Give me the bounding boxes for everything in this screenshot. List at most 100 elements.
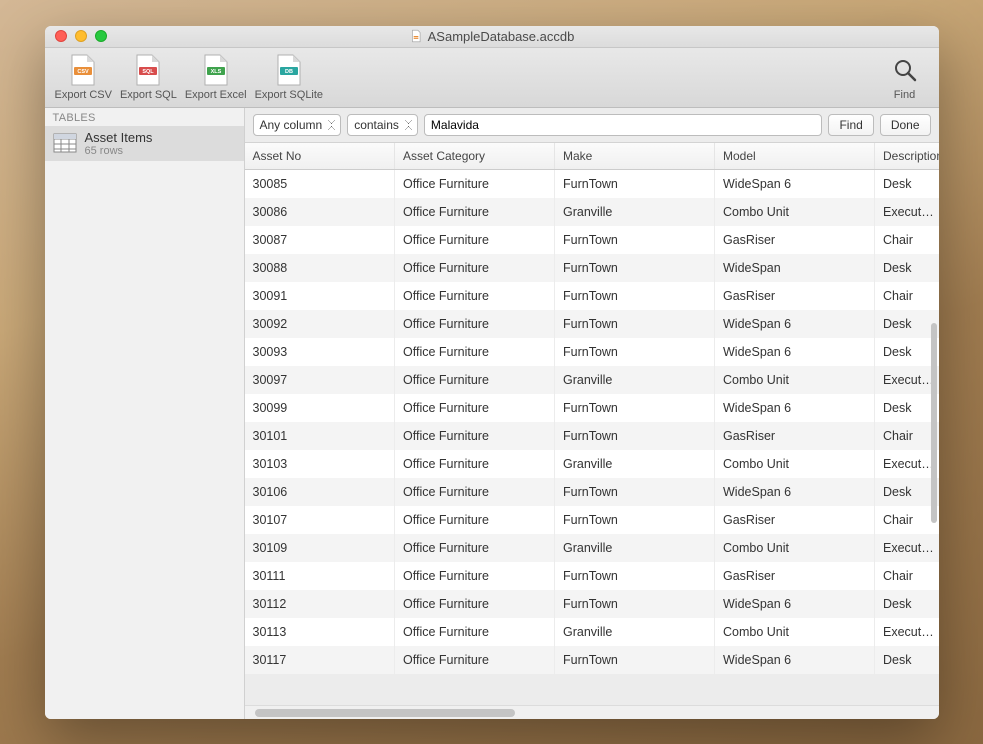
header-row: Asset No Asset Category Make Model Descr… <box>245 143 939 170</box>
sidebar: TABLES Asset Items 65 rows <box>45 108 245 719</box>
cell-make: FurnTown <box>555 646 715 674</box>
content-area: TABLES Asset Items 65 rows Any column co… <box>45 108 939 719</box>
app-window: ASampleDatabase.accdb CSV Export CSV SQL… <box>45 26 939 719</box>
vertical-scrollbar[interactable] <box>931 183 937 685</box>
cell-model: Combo Unit <box>715 534 875 562</box>
cell-make: FurnTown <box>555 169 715 198</box>
cell-model: Combo Unit <box>715 450 875 478</box>
cell-model: WideSpan 6 <box>715 394 875 422</box>
cell-asset_no: 30088 <box>245 254 395 282</box>
data-grid[interactable]: Asset No Asset Category Make Model Descr… <box>245 143 939 705</box>
col-description[interactable]: Description <box>875 143 939 170</box>
export-sqlite-button[interactable]: DB Export SQLite <box>255 54 323 101</box>
table-row[interactable]: 30117Office FurnitureFurnTownWideSpan 6D… <box>245 646 939 674</box>
column-select[interactable]: Any column <box>253 114 342 136</box>
operator-select[interactable]: contains <box>347 114 418 136</box>
cell-category: Office Furniture <box>395 394 555 422</box>
cell-category: Office Furniture <box>395 618 555 646</box>
cell-category: Office Furniture <box>395 254 555 282</box>
table-row[interactable]: 30109Office FurnitureGranvilleCombo Unit… <box>245 534 939 562</box>
cell-make: FurnTown <box>555 506 715 534</box>
cell-category: Office Furniture <box>395 506 555 534</box>
scrollbar-thumb[interactable] <box>255 709 515 717</box>
csv-file-icon: CSV <box>70 54 96 86</box>
cell-asset_no: 30113 <box>245 618 395 646</box>
cell-model: GasRiser <box>715 282 875 310</box>
cell-desc: Executive <box>875 366 939 394</box>
table-row[interactable]: 30103Office FurnitureGranvilleCombo Unit… <box>245 450 939 478</box>
cell-asset_no: 30103 <box>245 450 395 478</box>
main-panel: Any column contains Find Done Asset No A… <box>245 108 939 719</box>
cell-category: Office Furniture <box>395 338 555 366</box>
done-button[interactable]: Done <box>880 114 931 136</box>
svg-text:XLS: XLS <box>210 69 221 75</box>
cell-make: Granville <box>555 450 715 478</box>
table-row[interactable]: 30091Office FurnitureFurnTownGasRiserCha… <box>245 282 939 310</box>
export-csv-button[interactable]: CSV Export CSV <box>55 54 112 101</box>
cell-asset_no: 30097 <box>245 366 395 394</box>
search-input[interactable] <box>424 114 823 136</box>
cell-category: Office Furniture <box>395 534 555 562</box>
col-make[interactable]: Make <box>555 143 715 170</box>
cell-category: Office Furniture <box>395 478 555 506</box>
cell-desc: Executive <box>875 618 939 646</box>
col-asset-no[interactable]: Asset No <box>245 143 395 170</box>
cell-model: GasRiser <box>715 506 875 534</box>
cell-asset_no: 30107 <box>245 506 395 534</box>
table-row[interactable]: 30085Office FurnitureFurnTownWideSpan 6D… <box>245 169 939 198</box>
table-row[interactable]: 30097Office FurnitureGranvilleCombo Unit… <box>245 366 939 394</box>
cell-make: FurnTown <box>555 338 715 366</box>
export-sql-button[interactable]: SQL Export SQL <box>120 54 177 101</box>
table-row[interactable]: 30099Office FurnitureFurnTownWideSpan 6D… <box>245 394 939 422</box>
table-row[interactable]: 30092Office FurnitureFurnTownWideSpan 6D… <box>245 310 939 338</box>
cell-model: GasRiser <box>715 422 875 450</box>
table-row[interactable]: 30107Office FurnitureFurnTownGasRiserCha… <box>245 506 939 534</box>
cell-category: Office Furniture <box>395 450 555 478</box>
export-sqlite-label: Export SQLite <box>255 89 323 101</box>
table-row[interactable]: 30093Office FurnitureFurnTownWideSpan 6D… <box>245 338 939 366</box>
horizontal-scrollbar[interactable] <box>245 705 939 719</box>
svg-text:DB: DB <box>285 69 293 75</box>
scrollbar-thumb[interactable] <box>931 323 937 523</box>
cell-make: FurnTown <box>555 478 715 506</box>
cell-make: FurnTown <box>555 394 715 422</box>
cell-desc: Chair <box>875 282 939 310</box>
cell-model: Combo Unit <box>715 198 875 226</box>
sidebar-item-asset-items[interactable]: Asset Items 65 rows <box>45 126 244 161</box>
cell-make: Granville <box>555 366 715 394</box>
cell-model: GasRiser <box>715 562 875 590</box>
find-button[interactable]: Find <box>889 54 921 101</box>
cell-make: FurnTown <box>555 254 715 282</box>
table-row[interactable]: 30111Office FurnitureFurnTownGasRiserCha… <box>245 562 939 590</box>
cell-model: Combo Unit <box>715 618 875 646</box>
table-row[interactable]: 30106Office FurnitureFurnTownWideSpan 6D… <box>245 478 939 506</box>
cell-asset_no: 30101 <box>245 422 395 450</box>
filter-bar: Any column contains Find Done <box>245 108 939 143</box>
cell-make: FurnTown <box>555 282 715 310</box>
cell-asset_no: 30086 <box>245 198 395 226</box>
find-action-button[interactable]: Find <box>828 114 873 136</box>
cell-desc: Desk <box>875 310 939 338</box>
cell-desc: Desk <box>875 478 939 506</box>
col-asset-category[interactable]: Asset Category <box>395 143 555 170</box>
table-row[interactable]: 30086Office FurnitureGranvilleCombo Unit… <box>245 198 939 226</box>
document-icon <box>409 29 423 43</box>
cell-asset_no: 30085 <box>245 169 395 198</box>
table-row[interactable]: 30101Office FurnitureFurnTownGasRiserCha… <box>245 422 939 450</box>
table-icon <box>53 133 77 153</box>
table-row[interactable]: 30113Office FurnitureGranvilleCombo Unit… <box>245 618 939 646</box>
cell-asset_no: 30106 <box>245 478 395 506</box>
window-title: ASampleDatabase.accdb <box>45 29 939 44</box>
export-excel-button[interactable]: XLS Export Excel <box>185 54 247 101</box>
sidebar-item-label: Asset Items <box>85 130 153 145</box>
col-model[interactable]: Model <box>715 143 875 170</box>
cell-desc: Desk <box>875 646 939 674</box>
cell-asset_no: 30111 <box>245 562 395 590</box>
table-row[interactable]: 30088Office FurnitureFurnTownWideSpanDes… <box>245 254 939 282</box>
table-row[interactable]: 30112Office FurnitureFurnTownWideSpan 6D… <box>245 590 939 618</box>
cell-asset_no: 30109 <box>245 534 395 562</box>
cell-asset_no: 30092 <box>245 310 395 338</box>
cell-make: Granville <box>555 618 715 646</box>
cell-asset_no: 30112 <box>245 590 395 618</box>
table-row[interactable]: 30087Office FurnitureFurnTownGasRiserCha… <box>245 226 939 254</box>
